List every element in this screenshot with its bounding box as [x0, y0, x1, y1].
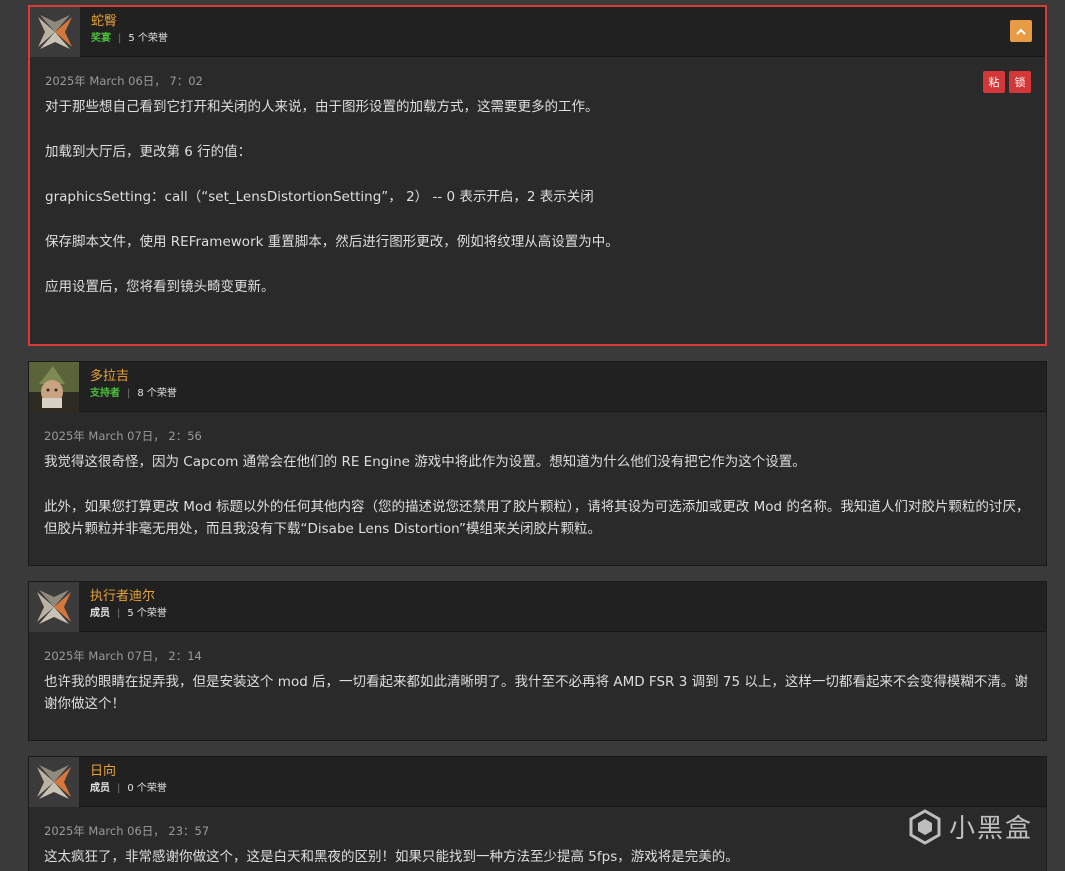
watermark: 小黑盒: [907, 808, 1033, 845]
username[interactable]: 多拉吉: [90, 369, 177, 385]
avatar[interactable]: [30, 7, 80, 57]
default-avatar-icon: [34, 11, 76, 53]
comment-content: 这太疯狂了，非常感谢你做这个，这是白天和黑夜的区别！如果只能找到一种方法至少提高…: [44, 846, 1031, 868]
user-rank: 支持者: [90, 388, 120, 399]
heybox-logo-icon: [909, 808, 941, 845]
kudos-count: 0 个荣誉: [127, 783, 167, 794]
comment-content: 也许我的眼睛在捉弄我，但是安装这个 mod 后，一切看起来都如此清晰明了。我什至…: [44, 671, 1031, 715]
comment-body: 粘 锁 2025年 March 06日， 7：02 对于那些想自己看到它打开和关…: [30, 57, 1045, 298]
user-rank: 奖宴: [91, 33, 111, 44]
scroll-top-button[interactable]: [1010, 20, 1032, 42]
user-photo-avatar-icon: [29, 362, 79, 412]
comment-content: 我觉得这很奇怪，因为 Capcom 通常会在他们的 RE Engine 游戏中将…: [44, 451, 1031, 540]
comment-body: 2025年 March 07日， 2：14 也许我的眼睛在捉弄我，但是安装这个 …: [29, 632, 1046, 715]
avatar[interactable]: [29, 362, 79, 412]
chevron-up-icon: [1016, 28, 1026, 35]
comment-timestamp: 2025年 March 06日， 7：02: [45, 74, 203, 88]
comment-post: 日向 成员 | 0 个荣誉 2025年 March 06日， 23：57 这太疯狂了…: [28, 756, 1047, 871]
default-avatar-icon: [33, 586, 75, 628]
comment-header: 日向 成员 | 0 个荣誉: [29, 757, 1046, 807]
watermark-text: 小黑盒: [948, 814, 1033, 844]
comment-paragraph: 我觉得这很奇怪，因为 Capcom 通常会在他们的 RE Engine 游戏中将…: [44, 454, 806, 470]
meta-divider: |: [127, 388, 131, 399]
kudos-count: 5 个荣誉: [128, 33, 168, 44]
comment-post: 执行者迪尔 成员 | 5 个荣誉 2025年 March 07日， 2：14 也许我…: [28, 581, 1047, 741]
user-meta: 执行者迪尔 成员 | 5 个荣誉: [90, 589, 167, 621]
sticky-button[interactable]: 粘: [983, 71, 1005, 93]
default-avatar-icon: [33, 761, 75, 803]
lock-button[interactable]: 锁: [1009, 71, 1031, 93]
rank-line: 成员 | 5 个荣誉: [90, 607, 167, 621]
comment-post: 多拉吉 支持者 | 8 个荣誉 2025年 March 07日， 2：56 我觉得这…: [28, 361, 1047, 566]
comment-paragraph: 加载到大厅后，更改第 6 行的值：: [45, 144, 252, 160]
meta-divider: |: [117, 608, 121, 619]
meta-divider: |: [118, 33, 122, 44]
comment-header: 蛇臀 奖宴 | 5 个荣誉: [30, 7, 1045, 57]
kudos-count: 8 个荣誉: [137, 388, 177, 399]
username[interactable]: 日向: [90, 764, 167, 780]
comment-paragraph: 此外，如果您打算更改 Mod 标题以外的任何其他内容（您的描述说您还禁用了胶片颗…: [44, 499, 1030, 537]
comment-timestamp: 2025年 March 06日， 23：57: [44, 824, 210, 838]
user-meta: 日向 成员 | 0 个荣誉: [90, 764, 167, 796]
moderator-actions: 粘 锁: [983, 71, 1031, 93]
comment-body: 2025年 March 06日， 23：57 这太疯狂了，非常感谢你做这个，这是…: [29, 807, 1046, 868]
comment-paragraph: 应用设置后，您将看到镜头畸变更新。: [45, 279, 275, 295]
avatar[interactable]: [29, 582, 79, 632]
user-meta: 多拉吉 支持者 | 8 个荣誉: [90, 369, 177, 401]
user-rank: 成员: [90, 608, 110, 619]
comment-body: 2025年 March 07日， 2：56 我觉得这很奇怪，因为 Capcom …: [29, 412, 1046, 540]
comment-timestamp: 2025年 March 07日， 2：56: [44, 429, 202, 443]
comment-header: 多拉吉 支持者 | 8 个荣誉: [29, 362, 1046, 412]
comment-paragraph: graphicsSetting：call（“set_LensDistortion…: [45, 189, 594, 205]
comment-paragraph: 对于那些想自己看到它打开和关闭的人来说，由于图形设置的加载方式，这需要更多的工作…: [45, 99, 599, 115]
comment-content: 对于那些想自己看到它打开和关闭的人来说，由于图形设置的加载方式，这需要更多的工作…: [45, 96, 1030, 298]
comment-paragraph: 保存脚本文件，使用 REFramework 重置脚本，然后进行图形更改，例如将纹…: [45, 234, 619, 250]
user-meta: 蛇臀 奖宴 | 5 个荣誉: [91, 14, 168, 46]
meta-divider: |: [117, 783, 121, 794]
rank-line: 奖宴 | 5 个荣誉: [91, 32, 168, 46]
username[interactable]: 蛇臀: [91, 14, 168, 30]
comments-page: 蛇臀 奖宴 | 5 个荣誉 粘 锁 2025年 March 06日， 7：02 对于…: [0, 0, 1065, 871]
comment-header: 执行者迪尔 成员 | 5 个荣誉: [29, 582, 1046, 632]
user-rank: 成员: [90, 783, 110, 794]
comment-timestamp: 2025年 March 07日， 2：14: [44, 649, 202, 663]
rank-line: 成员 | 0 个荣誉: [90, 782, 167, 796]
comment-paragraph: 也许我的眼睛在捉弄我，但是安装这个 mod 后，一切看起来都如此清晰明了。我什至…: [44, 674, 1028, 712]
kudos-count: 5 个荣誉: [127, 608, 167, 619]
comment-post: 蛇臀 奖宴 | 5 个荣誉 粘 锁 2025年 March 06日， 7：02 对于…: [28, 5, 1047, 346]
rank-line: 支持者 | 8 个荣誉: [90, 387, 177, 401]
avatar[interactable]: [29, 757, 79, 807]
username[interactable]: 执行者迪尔: [90, 589, 167, 605]
comment-paragraph: 这太疯狂了，非常感谢你做这个，这是白天和黑夜的区别！如果只能找到一种方法至少提高…: [44, 849, 739, 865]
